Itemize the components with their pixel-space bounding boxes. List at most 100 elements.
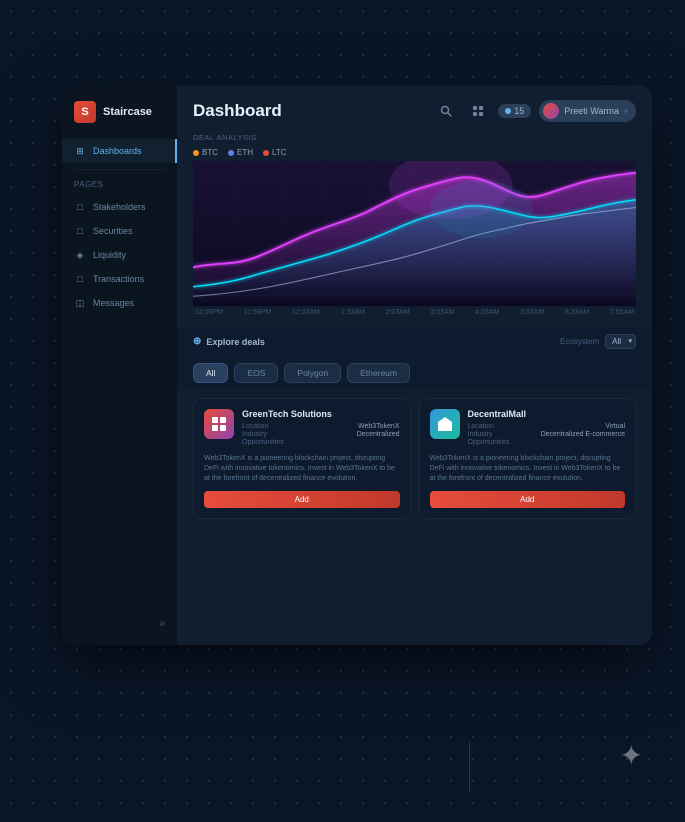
btc-dot	[193, 150, 199, 156]
deal-meta-industry-row: Industry Decentralized E-commerce	[468, 431, 626, 438]
page-title: Dashboard	[193, 101, 282, 121]
filter-tab-eos[interactable]: EOS	[234, 363, 278, 383]
deal-name-greentech: GreenTech Solutions	[242, 409, 400, 419]
deal-meta-opp-row: Opportunities	[242, 439, 400, 446]
app-name: Staircase	[103, 106, 152, 118]
securities-icon: □	[74, 225, 86, 237]
header-actions: 15 Preeti Warma ▾	[434, 99, 636, 123]
messages-icon: ◫	[74, 297, 86, 309]
industry-label: Industry	[468, 431, 493, 438]
ltc-label: LTC	[272, 148, 287, 157]
explore-title-text: Explore deals	[206, 337, 265, 347]
x-label-5: 3:03AM	[430, 309, 454, 316]
deal-meta-greentech: Location Web3TokenX Industry Decentraliz…	[242, 423, 400, 446]
decorative-vertical-line	[469, 742, 470, 792]
notification-count: 15	[514, 106, 524, 116]
deal-card-header: GreenTech Solutions Location Web3TokenX …	[204, 409, 400, 446]
eth-dot	[228, 150, 234, 156]
chart-legend: BTC ETH LTC	[193, 148, 636, 157]
location-label: Location	[468, 423, 494, 430]
add-button-greentech[interactable]: Add	[204, 491, 400, 508]
notification-dot	[505, 108, 511, 114]
explore-title: ⊕ Explore deals	[193, 336, 265, 347]
explore-section: ⊕ Explore deals Ecosystem All ▾ All EOS …	[177, 326, 652, 645]
logo-icon: S	[74, 101, 96, 123]
x-label-3: 1:33AM	[341, 309, 365, 316]
chevron-down-icon: ▾	[628, 337, 632, 345]
sidebar-item-liquidity[interactable]: ◈ Liquidity	[62, 243, 177, 267]
x-label-7: 3:03AM	[520, 309, 544, 316]
sidebar-item-dashboards[interactable]: ⊞ Dashboards	[62, 139, 177, 163]
grid-button[interactable]	[466, 99, 490, 123]
location-value: Web3TokenX	[358, 423, 400, 430]
app-window: S Staircase ⊞ Dashboards Pages □ Stakeho…	[62, 85, 652, 645]
chart-x-labels: 12:00PM 11:59PM 12:03AM 1:33AM 2:03AM 3:…	[193, 309, 636, 316]
explore-header: ⊕ Explore deals Ecosystem All ▾	[177, 326, 652, 356]
chart-svg	[193, 161, 636, 306]
liquidity-icon: ◈	[74, 249, 86, 261]
collapse-button[interactable]: »	[159, 618, 165, 629]
x-label-9: 7:55AM	[610, 309, 634, 316]
compass-icon: ⊕	[193, 336, 201, 347]
industry-value: Decentralized E-commerce	[541, 431, 625, 438]
sidebar-collapse: »	[62, 610, 177, 629]
ecosystem-value: All	[612, 337, 621, 346]
industry-value: Decentralized	[357, 431, 400, 438]
sidebar-divider	[74, 169, 165, 170]
deal-meta-location-row: Location Web3TokenX	[242, 423, 400, 430]
notification-badge[interactable]: 15	[498, 104, 531, 118]
deal-logo-decentralmall	[430, 409, 460, 439]
dashboards-icon: ⊞	[74, 145, 86, 157]
x-label-4: 2:03AM	[386, 309, 410, 316]
deal-description-decentralmall: Web3TokenX is a pioneering blockchain pr…	[430, 454, 626, 483]
deal-meta-industry-row: Industry Decentralized	[242, 431, 400, 438]
ecosystem-select[interactable]: All ▾	[605, 334, 636, 349]
location-value: Virtual	[605, 423, 625, 430]
filter-tab-polygon[interactable]: Polygon	[284, 363, 341, 383]
sidebar-item-label: Securities	[93, 226, 133, 236]
x-label-6: 4:03AM	[475, 309, 499, 316]
filter-tabs: All EOS Polygon Ethereum	[177, 356, 652, 390]
decorative-star: ✦	[620, 739, 643, 772]
add-button-decentralmall[interactable]: Add	[430, 491, 626, 508]
deal-card-decentralmall[interactable]: DecentralMall Location Virtual Industry …	[419, 398, 637, 519]
sidebar-section-label: Pages	[62, 176, 177, 195]
deal-meta-location-row: Location Virtual	[468, 423, 626, 430]
avatar	[543, 103, 559, 119]
filter-tab-ethereum[interactable]: Ethereum	[347, 363, 410, 383]
eth-label: ETH	[237, 148, 253, 157]
sidebar: S Staircase ⊞ Dashboards Pages □ Stakeho…	[62, 85, 177, 645]
chart-label: DEAL ANALYSIS	[193, 133, 636, 142]
deal-info-decentralmall: DecentralMall Location Virtual Industry …	[468, 409, 626, 446]
legend-eth: ETH	[228, 148, 253, 157]
header: Dashboard	[177, 85, 652, 133]
sidebar-item-label: Liquidity	[93, 250, 126, 260]
x-label-1: 11:59PM	[244, 309, 272, 316]
sidebar-item-transactions[interactable]: □ Transactions	[62, 267, 177, 291]
industry-label: Industry	[242, 431, 267, 438]
sidebar-item-label: Messages	[93, 298, 134, 308]
sidebar-item-stakeholders[interactable]: □ Stakeholders	[62, 195, 177, 219]
deal-logo-greentech	[204, 409, 234, 439]
sidebar-item-messages[interactable]: ◫ Messages	[62, 291, 177, 315]
chart-section: DEAL ANALYSIS BTC ETH LTC	[177, 133, 652, 326]
search-button[interactable]	[434, 99, 458, 123]
stakeholders-icon: □	[74, 201, 86, 213]
legend-btc: BTC	[193, 148, 218, 157]
sidebar-item-securities[interactable]: □ Securities	[62, 219, 177, 243]
x-label-0: 12:00PM	[195, 309, 223, 316]
chart-container	[193, 161, 636, 306]
location-label: Location	[242, 423, 268, 430]
user-name: Preeti Warma	[564, 106, 619, 116]
user-badge[interactable]: Preeti Warma ▾	[539, 100, 636, 122]
deal-meta-decentralmall: Location Virtual Industry Decentralized …	[468, 423, 626, 446]
chevron-down-icon: ▾	[624, 107, 628, 116]
ecosystem-filter: Ecosystem All ▾	[560, 334, 636, 349]
opportunities-label: Opportunities	[242, 439, 284, 446]
filter-tab-all[interactable]: All	[193, 363, 228, 383]
deals-grid: GreenTech Solutions Location Web3TokenX …	[177, 390, 652, 527]
deal-meta-opp-row: Opportunities	[468, 439, 626, 446]
deal-card-greentech[interactable]: GreenTech Solutions Location Web3TokenX …	[193, 398, 411, 519]
legend-ltc: LTC	[263, 148, 287, 157]
ecosystem-label: Ecosystem	[560, 337, 599, 346]
